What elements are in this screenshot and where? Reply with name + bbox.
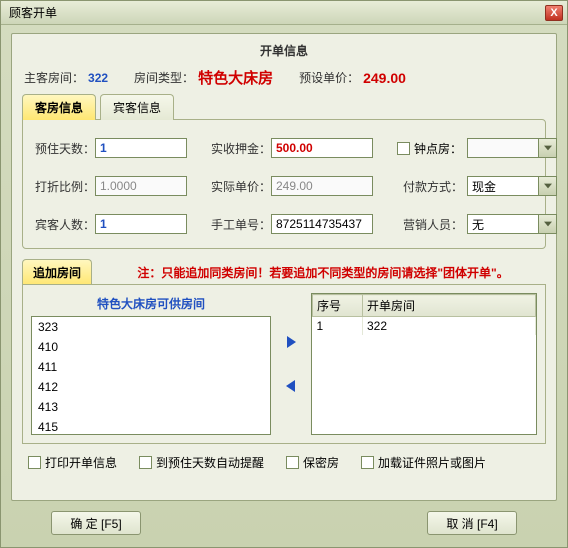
header-row: 主客房间： 322 房间类型： 特色大床房 预设单价： 249.00 [22,65,546,94]
chevron-down-icon [544,221,552,227]
chevron-down-icon [544,145,552,151]
close-icon: X [550,7,557,19]
auto-remind-checkbox[interactable] [139,456,152,469]
selected-rooms-table: 序号 开单房间 1322 [312,294,536,335]
clock-room-label: 钟点房： [414,140,462,157]
pay-method-label: 付款方式： [397,178,467,195]
cancel-button[interactable]: 取 消 [F4] [427,511,517,535]
deposit-input[interactable] [271,138,373,158]
pay-method-dropdown-button[interactable] [539,176,557,196]
pay-method-combo [467,176,557,196]
main-room-value: 322 [88,71,108,85]
col-room: 开单房间 [363,295,536,317]
auto-remind-label: 到预住天数自动提醒 [156,454,264,471]
add-room-tab[interactable]: 追加房间 [22,259,92,285]
move-left-button[interactable] [280,375,302,397]
preset-price-value: 249.00 [363,70,406,86]
content: 开单信息 主客房间： 322 房间类型： 特色大床房 预设单价： 249.00 … [1,25,567,547]
clock-room-check-wrap: 钟点房： [397,140,467,157]
window: 顾客开单 X 开单信息 主客房间： 322 房间类型： 特色大床房 预设单价： … [0,0,568,548]
arrow-left-icon [284,379,298,393]
sales-input[interactable] [467,214,539,234]
tabs: 客房信息 宾客信息 [22,94,546,120]
add-room-note: 注：只能追加同类房间！若要追加不同类型的房间请选择"团体开单"。 [100,264,546,281]
close-button[interactable]: X [545,5,563,21]
manual-no-label: 手工单号： [211,216,271,233]
actual-price-input[interactable] [271,176,373,196]
list-item[interactable]: 413 [32,397,270,417]
sales-label: 营销人员： [397,216,467,233]
load-id-photo-label: 加载证件照片或图片 [378,454,486,471]
discount-label: 打折比例： [35,178,95,195]
available-rooms-title: 特色大床房可供房间 [31,293,271,316]
titlebar: 顾客开单 X [1,1,567,25]
guest-count-label: 宾客人数： [35,216,95,233]
secret-checkbox[interactable] [286,456,299,469]
print-option[interactable]: 打印开单信息 [28,454,117,471]
list-item[interactable]: 415 [32,417,270,435]
arrow-right-icon [284,335,298,349]
sales-dropdown-button[interactable] [539,214,557,234]
add-room-header: 追加房间 注：只能追加同类房间！若要追加不同类型的房间请选择"团体开单"。 [22,259,546,285]
manual-no-input[interactable] [271,214,373,234]
guest-count-input[interactable] [95,214,187,234]
preset-price-label: 预设单价： [299,69,359,86]
pay-method-input[interactable] [467,176,539,196]
secret-option[interactable]: 保密房 [286,454,339,471]
secret-label: 保密房 [303,454,339,471]
col-seq: 序号 [313,295,363,317]
room-type-label: 房间类型： [134,69,194,86]
room-type-value: 特色大床房 [198,67,273,88]
list-item[interactable]: 410 [32,337,270,357]
chevron-down-icon [544,183,552,189]
window-title: 顾客开单 [9,4,57,21]
main-panel: 开单信息 主客房间： 322 房间类型： 特色大床房 预设单价： 249.00 … [11,33,557,501]
list-item[interactable]: 411 [32,357,270,377]
button-row: 确 定 [F5] 取 消 [F4] [11,501,557,539]
options-row: 打印开单信息 到预住天数自动提醒 保密房 加载证件照片或图片 [22,444,546,475]
move-right-button[interactable] [280,331,302,353]
days-input[interactable] [95,138,187,158]
available-rooms-listbox[interactable]: 323410411412413415 [31,316,271,435]
list-item[interactable]: 412 [32,377,270,397]
panel-title: 开单信息 [22,40,546,65]
move-buttons-col [279,293,303,435]
actual-price-label: 实际单价： [211,178,271,195]
add-room-body: 特色大床房可供房间 323410411412413415 [22,284,546,444]
clock-room-input[interactable] [467,138,539,158]
tab-room-info[interactable]: 客房信息 [22,94,96,120]
selected-rooms-table-wrap[interactable]: 序号 开单房间 1322 [311,293,537,435]
clock-room-combo [467,138,557,158]
list-item[interactable]: 323 [32,317,270,337]
selected-rooms-col: 序号 开单房间 1322 [311,293,537,435]
table-row[interactable]: 1322 [313,317,536,336]
ok-button[interactable]: 确 定 [F5] [51,511,141,535]
load-id-photo-checkbox[interactable] [361,456,374,469]
form-grid: 预住天数： 实收押金： 钟点房： [35,138,533,234]
tab-body-room-info: 预住天数： 实收押金： 钟点房： [22,119,546,249]
load-id-photo-option[interactable]: 加载证件照片或图片 [361,454,486,471]
clock-room-checkbox[interactable] [397,142,410,155]
days-label: 预住天数： [35,140,95,157]
deposit-label: 实收押金： [211,140,271,157]
print-checkbox[interactable] [28,456,41,469]
sales-combo [467,214,557,234]
main-room-label: 主客房间： [24,69,84,86]
print-label: 打印开单信息 [45,454,117,471]
add-room-section: 追加房间 注：只能追加同类房间！若要追加不同类型的房间请选择"团体开单"。 特色… [22,259,546,444]
available-rooms-col: 特色大床房可供房间 323410411412413415 [31,293,271,435]
clock-room-dropdown-button[interactable] [539,138,557,158]
tab-guest-info[interactable]: 宾客信息 [100,94,174,120]
auto-remind-option[interactable]: 到预住天数自动提醒 [139,454,264,471]
discount-input[interactable] [95,176,187,196]
